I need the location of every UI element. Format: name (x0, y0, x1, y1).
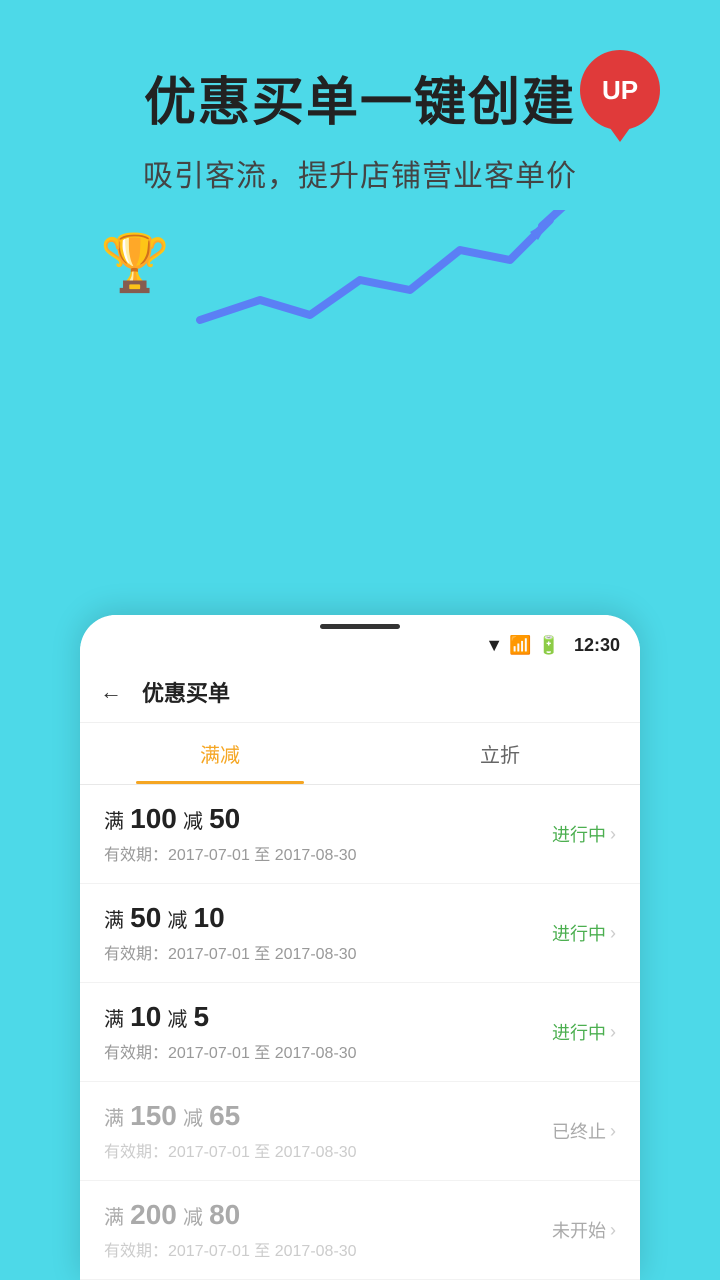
list-item[interactable]: 满 200 减 80 有效期：2017-07-01 至 2017-08-30 未… (80, 1181, 640, 1280)
item-left: 满 100 减 50 有效期：2017-07-01 至 2017-08-30 (104, 803, 552, 865)
status-icons: ▼ 📶 🔋 (485, 635, 560, 656)
item-status: 进行中 (552, 1019, 606, 1045)
item-date: 有效期：2017-07-01 至 2017-08-30 (104, 1138, 552, 1162)
item-right: 进行中 › (552, 1019, 616, 1045)
chevron-right-icon: › (610, 1121, 616, 1142)
item-title: 满 10 减 5 (104, 1001, 552, 1033)
item-left: 满 150 减 65 有效期：2017-07-01 至 2017-08-30 (104, 1100, 552, 1162)
chevron-right-icon: › (610, 1220, 616, 1241)
item-status: 进行中 (552, 920, 606, 946)
item-title: 满 200 减 80 (104, 1199, 552, 1231)
tabs-container: 满减 立折 (80, 723, 640, 785)
list-item[interactable]: 满 150 减 65 有效期：2017-07-01 至 2017-08-30 已… (80, 1082, 640, 1181)
tab-lizhe[interactable]: 立折 (360, 723, 640, 784)
item-left: 满 10 减 5 有效期：2017-07-01 至 2017-08-30 (104, 1001, 552, 1063)
phone-mockup: ▼ 📶 🔋 12:30 ← 优惠买单 满减 立折 满 100 (80, 615, 640, 1280)
chevron-right-icon: › (610, 923, 616, 944)
status-bar: ▼ 📶 🔋 12:30 (80, 629, 640, 662)
back-button[interactable]: ← (100, 679, 122, 705)
list-item[interactable]: 满 10 减 5 有效期：2017-07-01 至 2017-08-30 进行中… (80, 983, 640, 1082)
item-date: 有效期：2017-07-01 至 2017-08-30 (104, 1237, 552, 1261)
up-badge: UP (580, 50, 660, 130)
app-header: ← 优惠买单 (80, 662, 640, 723)
battery-icon: 🔋 (538, 635, 560, 656)
item-right: 未开始 › (552, 1217, 616, 1243)
home-indicator (320, 624, 400, 629)
chevron-right-icon: › (610, 1022, 616, 1043)
phone-top-bar (80, 615, 640, 629)
item-status: 进行中 (552, 821, 606, 847)
item-left: 满 200 减 80 有效期：2017-07-01 至 2017-08-30 (104, 1199, 552, 1261)
item-left: 满 50 减 10 有效期：2017-07-01 至 2017-08-30 (104, 902, 552, 964)
trophy-icon: 🏆 (100, 230, 170, 296)
trend-chart (180, 210, 580, 350)
tab-manjian[interactable]: 满减 (80, 723, 360, 784)
discount-list: 满 100 减 50 有效期：2017-07-01 至 2017-08-30 进… (80, 785, 640, 1280)
item-date: 有效期：2017-07-01 至 2017-08-30 (104, 841, 552, 865)
item-status: 未开始 (552, 1217, 606, 1243)
chevron-right-icon: › (610, 824, 616, 845)
wifi-icon: ▼ (485, 635, 503, 656)
item-status: 已终止 (552, 1118, 606, 1144)
item-title: 满 150 减 65 (104, 1100, 552, 1132)
item-right: 进行中 › (552, 920, 616, 946)
item-right: 已终止 › (552, 1118, 616, 1144)
item-date: 有效期：2017-07-01 至 2017-08-30 (104, 1039, 552, 1063)
item-right: 进行中 › (552, 821, 616, 847)
status-time: 12:30 (574, 635, 620, 656)
item-title: 满 50 减 10 (104, 902, 552, 934)
phone-frame: ▼ 📶 🔋 12:30 ← 优惠买单 满减 立折 满 100 (80, 615, 640, 1280)
item-title: 满 100 减 50 (104, 803, 552, 835)
hero-subtitle: 吸引客流，提升店铺营业客单价 (0, 151, 720, 195)
app-title: 优惠买单 (142, 676, 230, 708)
list-item[interactable]: 满 50 减 10 有效期：2017-07-01 至 2017-08-30 进行… (80, 884, 640, 983)
list-item[interactable]: 满 100 减 50 有效期：2017-07-01 至 2017-08-30 进… (80, 785, 640, 884)
signal-icon: 📶 (509, 635, 531, 656)
item-date: 有效期：2017-07-01 至 2017-08-30 (104, 940, 552, 964)
